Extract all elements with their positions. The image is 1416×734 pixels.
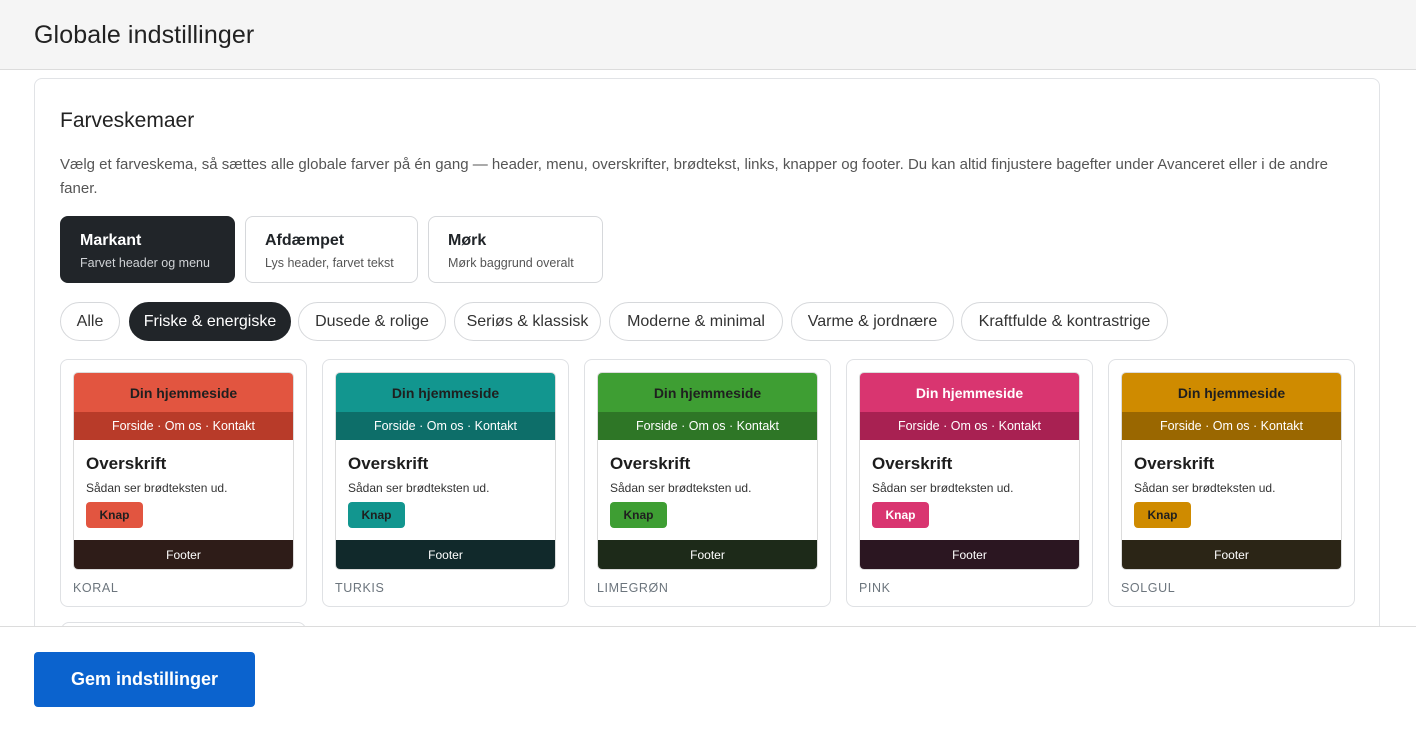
filter-chip-dusede-rolige[interactable]: Dusede & rolige [298, 302, 446, 341]
preview-nav: Forside · Om os · Kontakt [336, 412, 555, 440]
preview-body-text: Sådan ser brødteksten ud. [1134, 481, 1276, 495]
mode-subtitle: Lys header, farvet tekst [265, 256, 394, 270]
preview-header: Din hjemmeside [860, 373, 1079, 412]
scheme-name: PINK [859, 581, 891, 595]
preview-header: Din hjemmeside [598, 373, 817, 412]
preview-header: Din hjemmeside [1122, 373, 1341, 412]
filter-chip-serioes-klassisk[interactable]: Seriøs & klassisk [454, 302, 601, 341]
filter-chip-alle[interactable]: Alle [60, 302, 120, 341]
preview-body: Overskrift Sådan ser brødteksten ud. Kna… [74, 440, 293, 540]
preview-footer: Footer [74, 540, 293, 569]
mode-option-afdaempet[interactable]: Afdæmpet Lys header, farvet tekst [245, 216, 418, 283]
preview-heading: Overskrift [86, 454, 167, 473]
mode-subtitle: Farvet header og menu [80, 256, 210, 270]
filter-chip-moderne-minimal[interactable]: Moderne & minimal [609, 302, 783, 341]
preview-body-text: Sådan ser brødteksten ud. [348, 481, 490, 495]
scheme-name: LIMEGRØN [597, 581, 669, 595]
filter-chip-friske-energiske[interactable]: Friske & energiske [129, 302, 291, 341]
color-schemes-panel: Farveskemaer Vælg et farveskema, så sætt… [34, 78, 1380, 626]
preview-heading: Overskrift [610, 454, 691, 473]
preview-body: Overskrift Sådan ser brødteksten ud. Kna… [1122, 440, 1341, 540]
preview-footer: Footer [598, 540, 817, 569]
scheme-name: KORAL [73, 581, 119, 595]
preview-body-text: Sådan ser brødteksten ud. [86, 481, 228, 495]
preview-nav: Forside · Om os · Kontakt [598, 412, 817, 440]
scheme-card-limegroen[interactable]: Din hjemmeside Forside · Om os · Kontakt… [584, 359, 831, 607]
scheme-preview: Din hjemmeside Forside · Om os · Kontakt… [859, 372, 1080, 570]
mode-title: Afdæmpet [265, 232, 345, 249]
scheme-card-solgul[interactable]: Din hjemmeside Forside · Om os · Kontakt… [1108, 359, 1355, 607]
mode-title: Mørk [448, 232, 487, 249]
preview-nav: Forside · Om os · Kontakt [1122, 412, 1341, 440]
preview-body: Overskrift Sådan ser brødteksten ud. Kna… [598, 440, 817, 540]
page-title: Globale indstillinger [34, 21, 255, 49]
section-title: Farveskemaer [60, 109, 195, 132]
preview-button: Knap [872, 502, 929, 528]
scheme-name: SOLGUL [1121, 581, 1176, 595]
scheme-card-turkis[interactable]: Din hjemmeside Forside · Om os · Kontakt… [322, 359, 569, 607]
preview-body-text: Sådan ser brødteksten ud. [872, 481, 1014, 495]
section-description: Vælg et farveskema, så sættes alle globa… [60, 156, 1328, 197]
save-settings-button[interactable]: Gem indstillinger [34, 652, 255, 707]
filter-chip-kraftfulde-kontrastrige[interactable]: Kraftfulde & kontrastrige [961, 302, 1168, 341]
scheme-preview: Din hjemmeside Forside · Om os · Kontakt… [1121, 372, 1342, 570]
preview-footer: Footer [336, 540, 555, 569]
preview-body-text: Sådan ser brødteksten ud. [610, 481, 752, 495]
preview-header: Din hjemmeside [74, 373, 293, 412]
preview-footer: Footer [1122, 540, 1341, 569]
preview-footer: Footer [860, 540, 1079, 569]
preview-heading: Overskrift [872, 454, 953, 473]
scheme-preview: Din hjemmeside Forside · Om os · Kontakt… [335, 372, 556, 570]
preview-heading: Overskrift [348, 454, 429, 473]
preview-heading: Overskrift [1134, 454, 1215, 473]
preview-button: Knap [86, 502, 143, 528]
scheme-card-koral[interactable]: Din hjemmeside Forside · Om os · Kontakt… [60, 359, 307, 607]
scheme-preview: Din hjemmeside Forside · Om os · Kontakt… [73, 372, 294, 570]
preview-nav: Forside · Om os · Kontakt [860, 412, 1079, 440]
preview-header: Din hjemmeside [336, 373, 555, 412]
bottom-action-bar: Gem indstillinger [0, 626, 1416, 734]
mode-option-moerk[interactable]: Mørk Mørk baggrund overalt [428, 216, 603, 283]
preview-button: Knap [610, 502, 667, 528]
preview-nav: Forside · Om os · Kontakt [74, 412, 293, 440]
filter-chip-varme-jordnaere[interactable]: Varme & jordnære [791, 302, 954, 341]
preview-button: Knap [1134, 502, 1191, 528]
mode-subtitle: Mørk baggrund overalt [448, 256, 574, 270]
preview-body: Overskrift Sådan ser brødteksten ud. Kna… [336, 440, 555, 540]
settings-scroll-area[interactable]: Farveskemaer Vælg et farveskema, så sætt… [0, 71, 1416, 626]
preview-body: Overskrift Sådan ser brødteksten ud. Kna… [860, 440, 1079, 540]
mode-title: Markant [80, 232, 142, 249]
scheme-card-pink[interactable]: Din hjemmeside Forside · Om os · Kontakt… [846, 359, 1093, 607]
preview-button: Knap [348, 502, 405, 528]
mode-option-markant[interactable]: Markant Farvet header og menu [60, 216, 235, 283]
page-header: Globale indstillinger [0, 0, 1416, 70]
scheme-preview: Din hjemmeside Forside · Om os · Kontakt… [597, 372, 818, 570]
scheme-name: TURKIS [335, 581, 385, 595]
